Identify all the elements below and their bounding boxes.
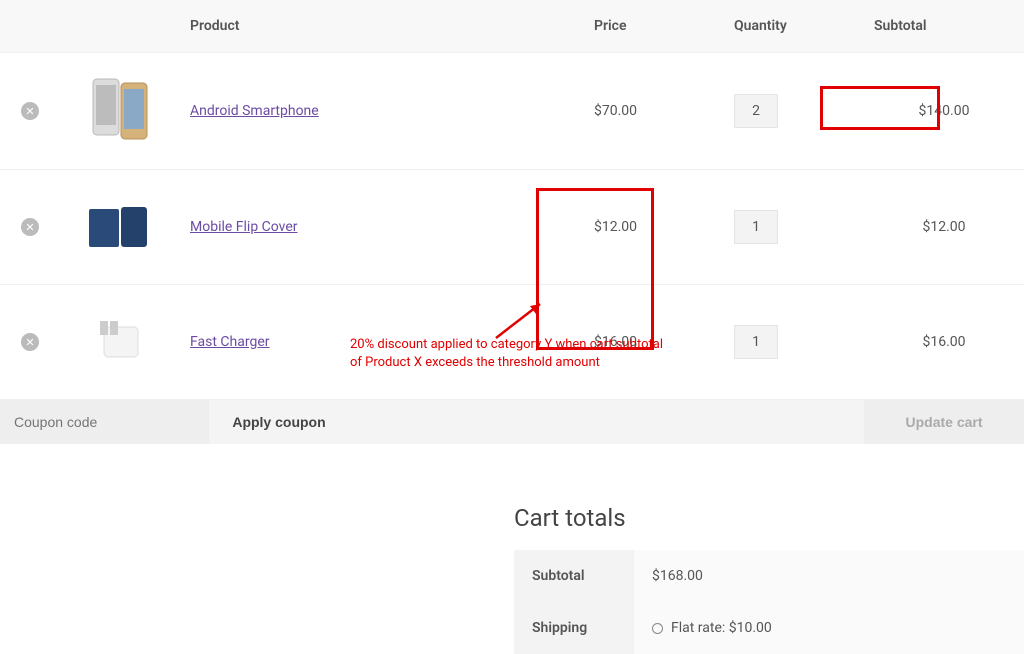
totals-subtotal-value: $168.00	[634, 550, 1024, 602]
table-row: ✕ Android Smartphone $70.00 2 $140.00	[0, 53, 1024, 170]
product-thumbnail[interactable]	[85, 307, 155, 377]
col-price-header: Price	[584, 0, 724, 53]
cart-totals-table: Subtotal $168.00 Shipping Flat rate: $10…	[514, 550, 1024, 654]
product-thumbnail[interactable]	[85, 75, 155, 145]
update-cart-button[interactable]: Update cart	[864, 400, 1024, 444]
cart-table: Product Price Quantity Subtotal ✕ Androi…	[0, 0, 1024, 444]
totals-shipping-label: Shipping	[514, 602, 634, 654]
subtotal-cell: $16.00	[864, 285, 1024, 400]
subtotal-cell: $12.00	[864, 170, 1024, 285]
product-link[interactable]: Fast Charger	[190, 334, 269, 350]
totals-shipping-cell: Flat rate: $10.00	[634, 602, 1024, 654]
shipping-option-label: Flat rate: $10.00	[671, 620, 772, 636]
col-subtotal-header: Subtotal	[864, 0, 1024, 53]
radio-icon[interactable]	[652, 623, 663, 634]
remove-icon[interactable]: ✕	[21, 102, 39, 120]
annotation-text: 20% discount applied to category Y when …	[350, 336, 670, 372]
quantity-input[interactable]: 1	[734, 210, 778, 244]
totals-subtotal-label: Subtotal	[514, 550, 634, 602]
product-link[interactable]: Android Smartphone	[190, 103, 319, 119]
product-link[interactable]: Mobile Flip Cover	[190, 219, 298, 235]
subtotal-cell: $140.00	[864, 53, 1024, 170]
cart-actions-row: Apply coupon Update cart	[0, 400, 1024, 445]
quantity-input[interactable]: 2	[734, 94, 778, 128]
product-thumbnail[interactable]	[85, 192, 155, 262]
cart-totals-title: Cart totals	[514, 504, 1024, 532]
col-qty-header: Quantity	[724, 0, 864, 53]
price-cell: $12.00	[584, 170, 724, 285]
table-row: ✕ Mobile Flip Cover $12.00 1 $12.00	[0, 170, 1024, 285]
apply-coupon-button[interactable]: Apply coupon	[209, 400, 349, 444]
col-remove-header	[0, 0, 60, 53]
col-thumb-header	[60, 0, 180, 53]
cart-totals-section: Cart totals Subtotal $168.00 Shipping Fl…	[514, 504, 1024, 654]
coupon-code-input[interactable]	[0, 400, 209, 444]
quantity-input[interactable]: 1	[734, 325, 778, 359]
remove-icon[interactable]: ✕	[21, 333, 39, 351]
col-product-header: Product	[180, 0, 584, 53]
price-cell: $70.00	[584, 53, 724, 170]
remove-icon[interactable]: ✕	[21, 218, 39, 236]
